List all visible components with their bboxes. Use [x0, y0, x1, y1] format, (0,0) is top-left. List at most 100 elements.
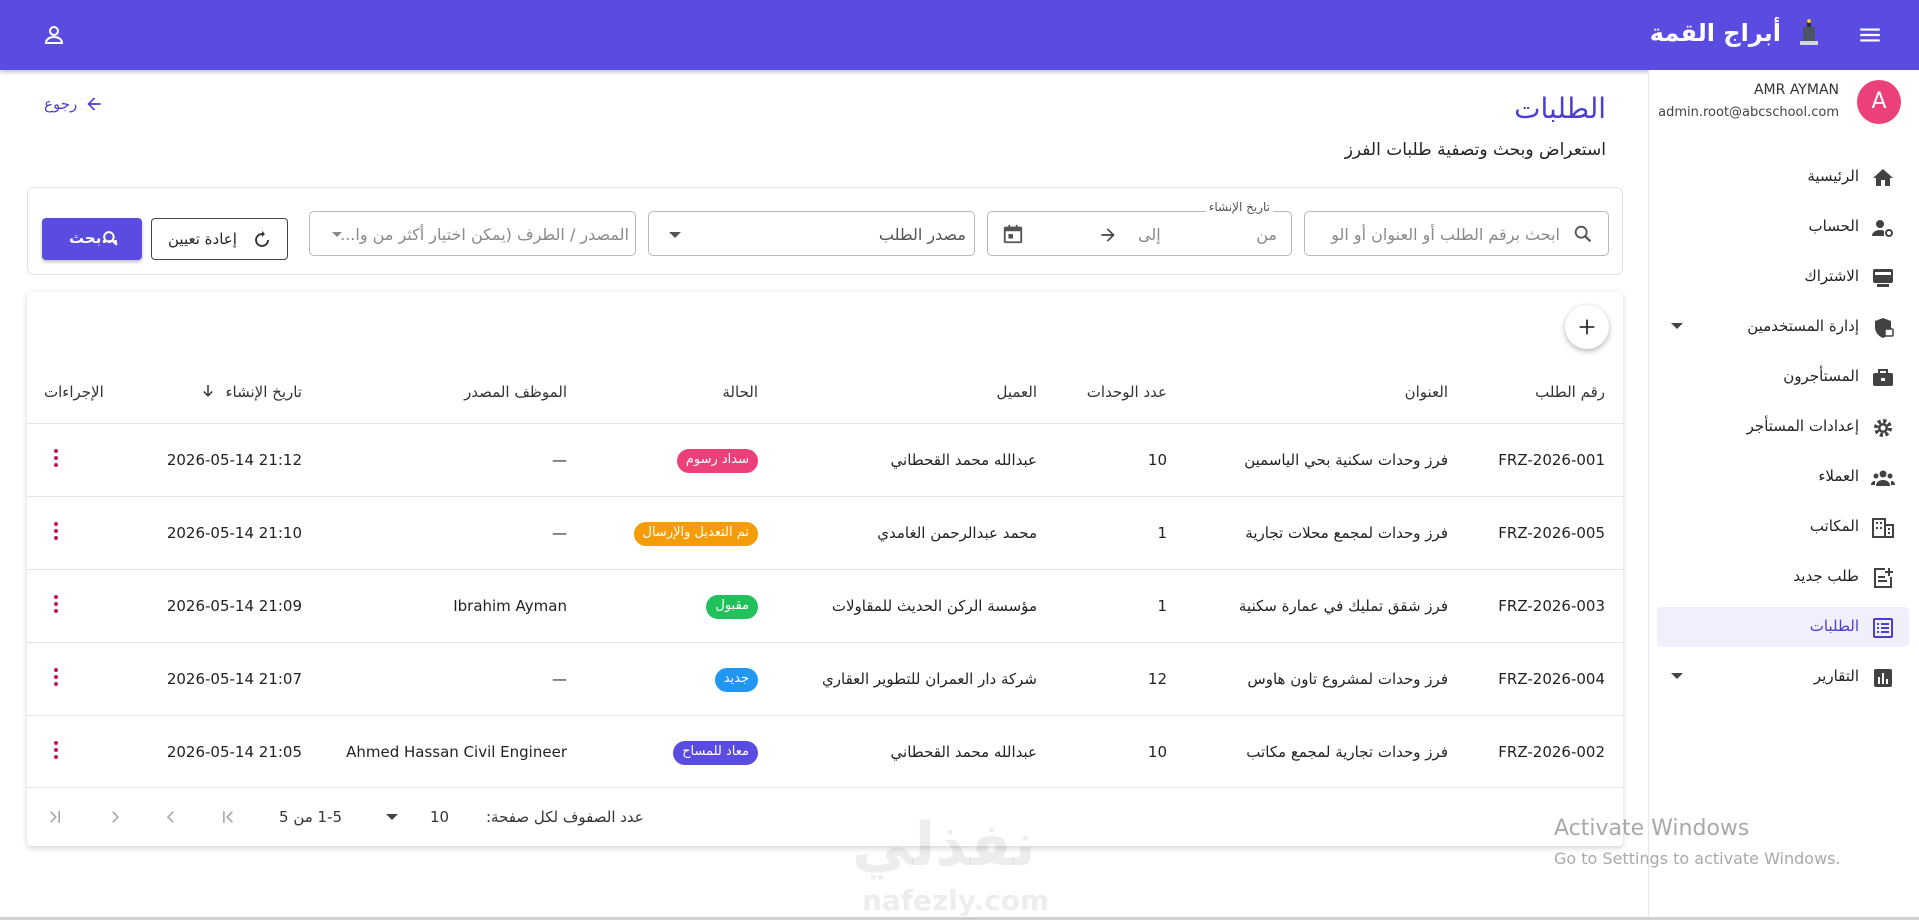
col-employee[interactable]: الموظف المصدر — [464, 383, 567, 401]
col-created[interactable]: تاريخ الإنشاء — [225, 383, 302, 401]
page-title: الطلبات — [1514, 92, 1606, 125]
cell-title: فرز وحدات تجارية لمجمع مكاتب — [1246, 743, 1448, 761]
logo-icon — [1800, 19, 1818, 45]
more-vert-icon[interactable] — [53, 741, 59, 761]
sort-down-icon[interactable] — [199, 382, 217, 400]
home-icon — [1873, 169, 1893, 186]
table-row[interactable]: FRZ-2026-002 فرز وحدات تجارية لمجمع مكات… — [27, 715, 1623, 788]
cell-created: 2026-05-14 21:09 — [166, 597, 302, 615]
cell-title: فرز وحدات لمجمع محلات تجارية — [1245, 524, 1448, 542]
activate-windows-subtitle: Go to Settings to activate Windows. — [1554, 849, 1841, 868]
last-page-icon[interactable] — [45, 807, 65, 827]
cell-request-no: FRZ-2026-003 — [1498, 597, 1605, 615]
add-button[interactable] — [1565, 305, 1609, 349]
source-placeholder: مصدر الطلب — [878, 225, 966, 244]
refresh-icon — [255, 231, 269, 247]
sidebar-item-label: الحساب — [1808, 217, 1860, 235]
arrow-left-icon — [87, 97, 101, 111]
sidebar-item-requests[interactable]: الطلبات — [1657, 607, 1909, 647]
app-bar: أبراج القمة — [0, 0, 1919, 70]
more-vert-icon[interactable] — [53, 668, 59, 688]
col-request-no[interactable]: رقم الطلب — [1535, 383, 1605, 401]
back-link[interactable]: رجوع — [44, 92, 124, 116]
caret-down-icon — [332, 232, 342, 237]
cell-client: مؤسسة الركن الحديث للمقاولات — [831, 597, 1037, 615]
sidebar-item-clients[interactable]: العملاء — [1657, 457, 1909, 497]
prev-page-icon[interactable] — [161, 807, 181, 827]
party-placeholder: المصدر / الطرف (يمكن اختيار أكثر من وا..… — [340, 225, 629, 244]
date-to[interactable]: إلى — [1138, 225, 1161, 244]
col-actions: الإجراءات — [44, 383, 104, 401]
cell-title: فرز شقق تمليك في عمارة سكنية — [1238, 597, 1448, 615]
sidebar-item-home[interactable]: الرئيسية — [1657, 157, 1909, 197]
menu-icon[interactable] — [1857, 22, 1883, 48]
cell-employee: Ahmed Hassan Civil Engineer — [346, 743, 567, 761]
more-vert-icon[interactable] — [53, 522, 59, 542]
cell-created: 2026-05-14 21:05 — [166, 743, 302, 761]
activate-windows-title: Activate Windows — [1554, 816, 1750, 841]
sidebar-item-tenants[interactable]: المستأجرون — [1657, 357, 1909, 397]
date-from[interactable]: من — [1256, 225, 1277, 244]
cell-created: 2026-05-14 21:10 — [166, 524, 302, 542]
cell-units: 1 — [1157, 597, 1167, 615]
table-row[interactable]: FRZ-2026-005 فرز وحدات لمجمع محلات تجاري… — [27, 496, 1623, 569]
sidebar-item-label: التقارير — [1813, 667, 1859, 685]
cell-created: 2026-05-14 21:12 — [166, 451, 302, 469]
cell-request-no: FRZ-2026-001 — [1498, 451, 1605, 469]
party-multiselect[interactable]: المصدر / الطرف (يمكن اختيار أكثر من وا..… — [309, 211, 636, 256]
status-badge: جديد — [714, 668, 758, 692]
page-range: 1-5 من 5 — [279, 808, 343, 826]
chevron-down-icon[interactable] — [1671, 323, 1683, 329]
cell-request-no: FRZ-2026-004 — [1498, 670, 1605, 688]
page-subtitle: استعراض وبحث وتصفية طلبات الفرز — [1344, 140, 1606, 160]
col-client[interactable]: العميل — [996, 383, 1037, 401]
cell-units: 1 — [1157, 524, 1167, 542]
cell-employee: — — [552, 670, 567, 688]
cell-client: محمد عبدالرحمن الغامدي — [877, 524, 1037, 542]
sidebar-item-account[interactable]: الحساب — [1657, 207, 1909, 247]
user-icon[interactable] — [42, 23, 66, 47]
table-row[interactable]: FRZ-2026-004 فرز وحدات لمشروع تاون هاوس … — [27, 642, 1623, 715]
sidebar-item-tenant-settings[interactable]: إعدادات المستأجر — [1657, 407, 1909, 447]
more-vert-icon[interactable] — [53, 449, 59, 469]
user-name: AMR AYMAN — [1753, 82, 1839, 98]
status-badge: سداد رسوم — [676, 449, 758, 473]
next-page-icon[interactable] — [105, 807, 125, 827]
app-title: أبراج القمة — [1649, 19, 1781, 47]
more-vert-icon[interactable] — [53, 595, 59, 615]
sidebar-item-label: العملاء — [1818, 467, 1859, 485]
search-input[interactable]: ابحث برقم الطلب أو العنوان أو الو — [1304, 211, 1609, 256]
col-status[interactable]: الحالة — [722, 383, 758, 401]
sidebar-item-label: الرئيسية — [1807, 167, 1859, 185]
rows-per-page-value[interactable]: 10 — [430, 808, 449, 826]
cell-units: 10 — [1147, 451, 1167, 469]
sidebar-item-subscription[interactable]: الاشتراك — [1657, 257, 1909, 297]
sidebar-item-label: المستأجرون — [1783, 367, 1859, 385]
sidebar-item-label: طلب جديد — [1793, 567, 1859, 585]
sidebar-item-offices[interactable]: المكاتب — [1657, 507, 1909, 547]
col-units[interactable]: عدد الوحدات — [1087, 383, 1167, 401]
sidebar-item-label: الطلبات — [1809, 617, 1859, 635]
cell-title: فرز وحدات لمشروع تاون هاوس — [1247, 670, 1448, 688]
col-title[interactable]: العنوان — [1405, 383, 1448, 401]
first-page-icon[interactable] — [218, 807, 238, 827]
source-select[interactable]: مصدر الطلب — [648, 211, 975, 256]
caret-down-icon[interactable] — [386, 814, 398, 820]
date-range-field[interactable]: تاريخ الإنشاء من إلى — [987, 200, 1292, 256]
table-row[interactable]: FRZ-2026-001 فرز وحدات سكنية بحي الياسمي… — [27, 423, 1623, 496]
cell-employee: — — [552, 451, 567, 469]
sidebar-item-label: الاشتراك — [1804, 267, 1859, 285]
back-label: رجوع — [44, 95, 78, 113]
calendar-icon[interactable] — [1002, 223, 1024, 245]
avatar[interactable]: A — [1857, 80, 1901, 124]
table-row[interactable]: FRZ-2026-003 فرز شقق تمليك في عمارة سكني… — [27, 569, 1623, 642]
sidebar-item-reports[interactable]: التقارير — [1657, 657, 1909, 697]
sidebar-item-new-request[interactable]: طلب جديد — [1657, 557, 1909, 597]
user-email: admin.root@abcschool.com — [1658, 105, 1839, 120]
reset-button[interactable]: إعادة تعيين — [151, 218, 288, 260]
search-placeholder: ابحث برقم الطلب أو العنوان أو الو — [1331, 225, 1560, 244]
chevron-down-icon[interactable] — [1671, 673, 1683, 679]
search-button[interactable]: بحث... — [42, 218, 142, 260]
sidebar-item-users[interactable]: إدارة المستخدمين — [1657, 307, 1909, 347]
cell-employee: — — [552, 524, 567, 542]
